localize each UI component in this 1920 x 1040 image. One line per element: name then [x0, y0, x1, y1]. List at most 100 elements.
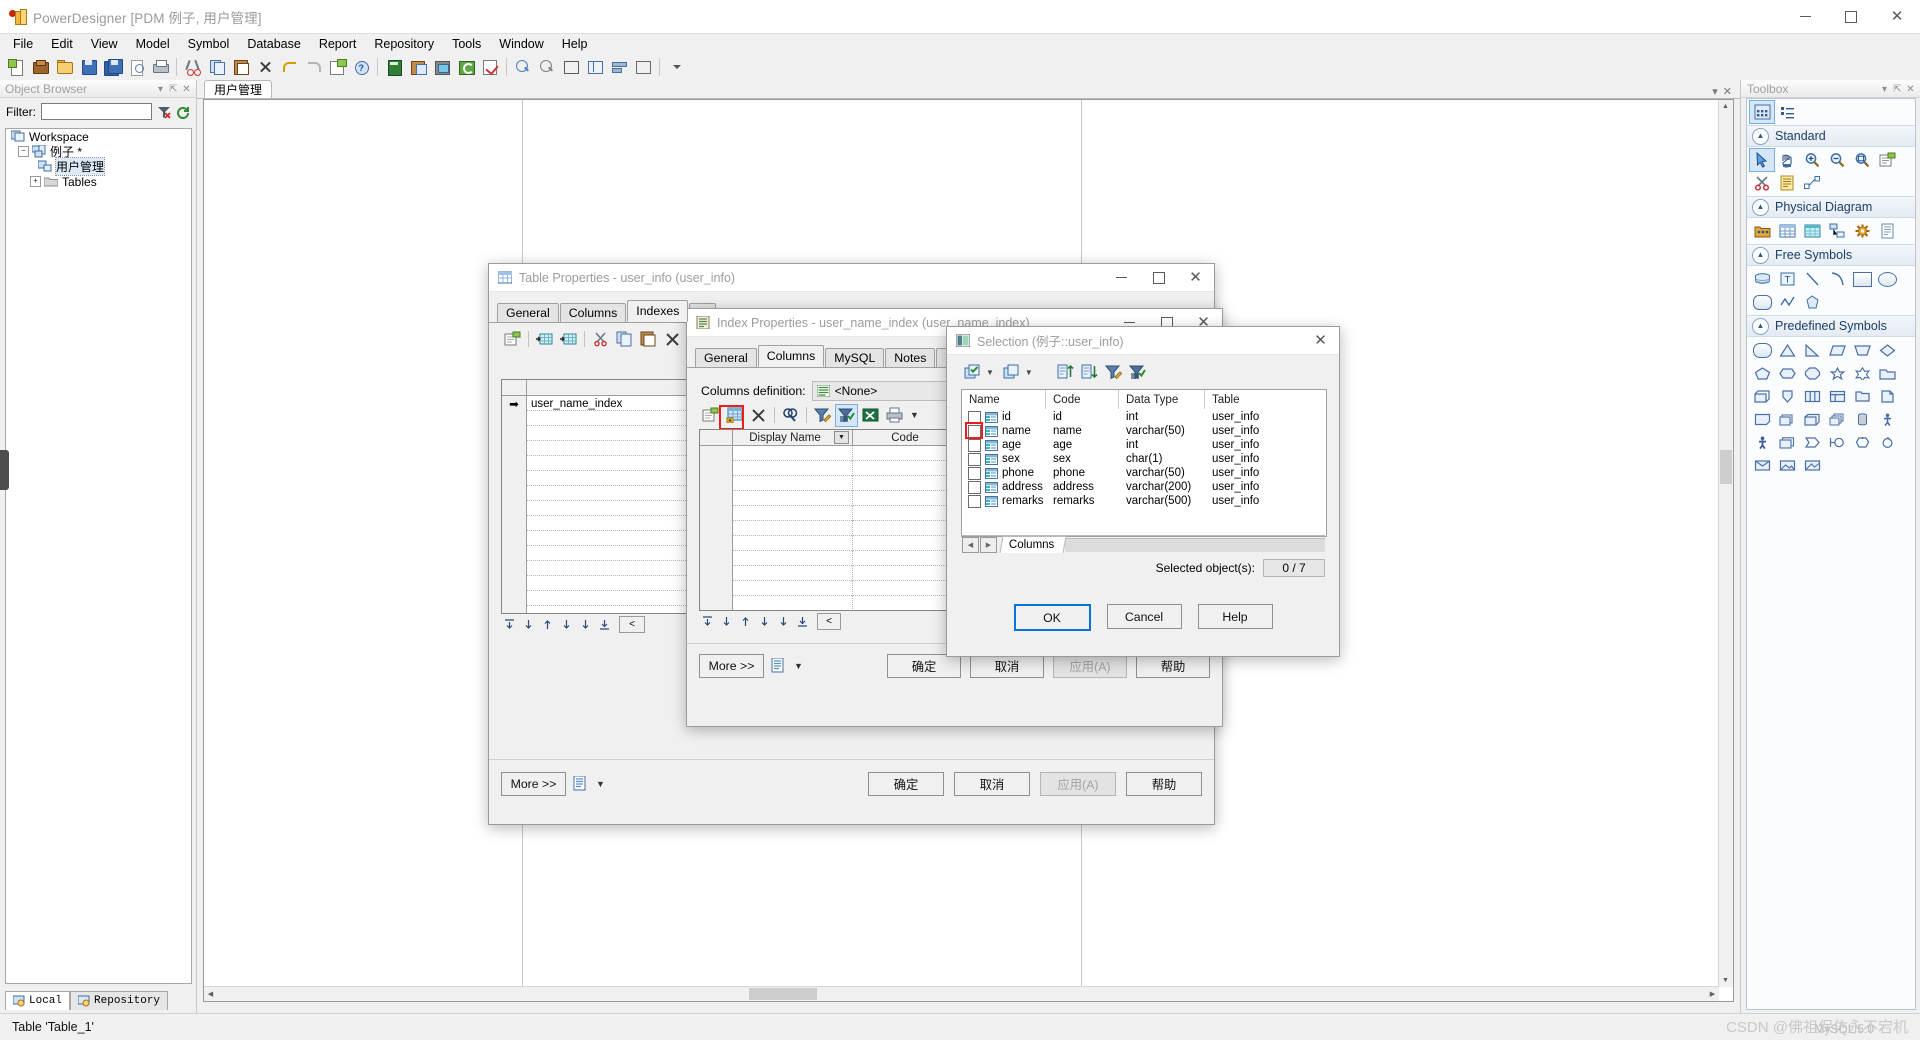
- database-config-button[interactable]: [431, 56, 453, 78]
- toolbox-section-predefined-symbols[interactable]: ▲ Predefined Symbols: [1747, 315, 1915, 337]
- delete-button[interactable]: [254, 56, 276, 78]
- tool-cylinder[interactable]: [1750, 268, 1774, 290]
- properties-button[interactable]: [326, 56, 348, 78]
- tool-shape-note[interactable]: [1750, 408, 1774, 430]
- first-row-button[interactable]: [700, 614, 715, 629]
- object-tree[interactable]: Workspace − 例子 * 用户管理: [5, 128, 192, 984]
- cut-button[interactable]: [182, 56, 204, 78]
- expander-icon[interactable]: +: [30, 176, 41, 187]
- table-row[interactable]: address address varchar(200) user_info: [962, 480, 1326, 494]
- print-button[interactable]: [149, 56, 171, 78]
- delete-button[interactable]: [662, 329, 683, 350]
- more-button[interactable]: More >>: [699, 654, 764, 678]
- column-filter-dropdown-icon[interactable]: ▼: [834, 431, 849, 444]
- help-button[interactable]: 帮助: [1126, 772, 1202, 796]
- ok-button[interactable]: OK: [1014, 604, 1091, 631]
- chevron-up-icon[interactable]: ▲: [1752, 199, 1769, 216]
- ok-button[interactable]: 确定: [868, 772, 944, 796]
- scroll-right-button[interactable]: ▶: [1706, 987, 1719, 1000]
- tool-shape-cycle[interactable]: [1875, 431, 1899, 453]
- tree-item-workspace[interactable]: Workspace: [6, 129, 191, 144]
- next-row-button[interactable]: [776, 614, 791, 629]
- table-row[interactable]: name name varchar(50) user_info: [962, 424, 1326, 438]
- close-icon[interactable]: ✕: [1904, 83, 1917, 96]
- expander-icon[interactable]: −: [18, 146, 29, 157]
- menu-model[interactable]: Model: [127, 34, 179, 54]
- panel-menu-icon[interactable]: ▾: [154, 83, 167, 96]
- tool-note[interactable]: [1775, 172, 1799, 194]
- tool-shape-diamond[interactable]: [1875, 339, 1899, 361]
- close-button[interactable]: ✕: [1302, 327, 1339, 354]
- save-button[interactable]: [77, 56, 99, 78]
- tool-view[interactable]: [1800, 220, 1824, 242]
- move-down-button[interactable]: [559, 617, 574, 632]
- prev-row-button[interactable]: [521, 617, 536, 632]
- column-header-name[interactable]: Name: [962, 390, 1046, 409]
- apply-filter-button[interactable]: [836, 405, 857, 426]
- close-icon[interactable]: ✕: [180, 83, 193, 96]
- refresh-button[interactable]: [455, 56, 477, 78]
- selection-dialog[interactable]: Selection (例子::user_info) ✕ ▼ ▼: [946, 326, 1340, 657]
- row-checkbox[interactable]: [968, 495, 981, 508]
- panel-menu-icon[interactable]: ▾: [1878, 83, 1891, 96]
- add-row-button[interactable]: [534, 329, 555, 350]
- select-all-button[interactable]: [962, 362, 983, 383]
- menu-database[interactable]: Database: [238, 34, 310, 54]
- toolbox-section-free-symbols[interactable]: ▲ Free Symbols: [1747, 244, 1915, 266]
- tool-line[interactable]: [1800, 268, 1824, 290]
- tab-mysql[interactable]: MySQL: [825, 348, 884, 367]
- tool-shape-document[interactable]: [1875, 385, 1899, 407]
- tool-pan-hand[interactable]: [1775, 149, 1799, 171]
- cancel-button[interactable]: Cancel: [1107, 604, 1182, 629]
- menu-window[interactable]: Window: [490, 34, 552, 54]
- table-row[interactable]: remarks remarks varchar(500) user_info: [962, 494, 1326, 508]
- next-row-button[interactable]: [578, 617, 593, 632]
- apply-filter-button[interactable]: [1127, 362, 1148, 383]
- more-button[interactable]: More >>: [501, 772, 566, 796]
- tool-polyline[interactable]: [1775, 291, 1799, 313]
- help-button[interactable]: 帮助: [1136, 654, 1210, 678]
- horizontal-scroll-thumb[interactable]: [749, 988, 817, 1000]
- menu-repository[interactable]: Repository: [365, 34, 443, 54]
- grid-button[interactable]: [584, 56, 606, 78]
- last-row-button[interactable]: [795, 614, 810, 629]
- row-checkbox[interactable]: [968, 453, 981, 466]
- properties-button[interactable]: [502, 329, 523, 350]
- clear-filter-icon[interactable]: [157, 105, 171, 119]
- reverse-engineer-button[interactable]: [407, 56, 429, 78]
- minimize-button[interactable]: [1782, 0, 1828, 33]
- tool-text[interactable]: T: [1775, 268, 1799, 290]
- toolbox-list-view-button[interactable]: [1775, 101, 1799, 123]
- tab-general[interactable]: General: [497, 303, 559, 322]
- menu-help[interactable]: Help: [553, 34, 597, 54]
- tool-polygon[interactable]: [1800, 291, 1824, 313]
- tool-rounded-rect[interactable]: [1750, 291, 1774, 313]
- row-checkbox[interactable]: [968, 439, 981, 452]
- tree-item-tables[interactable]: + Tables: [6, 174, 191, 189]
- tab-close-icon[interactable]: ✕: [1723, 85, 1732, 98]
- tool-shape-star5[interactable]: [1825, 362, 1849, 384]
- toolbox-grid-view-button[interactable]: [1750, 101, 1774, 123]
- define-filter-button[interactable]: [812, 405, 833, 426]
- document-tab[interactable]: 用户管理: [204, 80, 272, 98]
- more-toolbar-button[interactable]: [665, 56, 687, 78]
- menu-view[interactable]: View: [82, 34, 127, 54]
- tab-indexes[interactable]: Indexes: [627, 300, 688, 322]
- tool-shape-folder2[interactable]: [1850, 385, 1874, 407]
- last-row-button[interactable]: [597, 617, 612, 632]
- sheet-tab-columns[interactable]: Columns: [1000, 536, 1067, 553]
- dropdown-arrow-icon[interactable]: ▼: [1025, 368, 1033, 377]
- sort-descending-button[interactable]: [1079, 362, 1100, 383]
- tool-reference[interactable]: [1825, 220, 1849, 242]
- chevron-up-icon[interactable]: ▲: [1752, 318, 1769, 335]
- row-checkbox[interactable]: [968, 481, 981, 494]
- menu-symbol[interactable]: Symbol: [179, 34, 239, 54]
- tool-shape-picture[interactable]: [1775, 454, 1799, 476]
- help-button[interactable]: Help: [1198, 604, 1273, 629]
- column-header-table[interactable]: Table: [1205, 390, 1324, 409]
- tool-shape-trapezoid[interactable]: [1850, 339, 1874, 361]
- tool-shape-multi-stack[interactable]: [1825, 408, 1849, 430]
- grid-hscroll-left[interactable]: <: [619, 616, 645, 633]
- table-row[interactable]: age age int user_info: [962, 438, 1326, 452]
- properties-button[interactable]: [700, 405, 721, 426]
